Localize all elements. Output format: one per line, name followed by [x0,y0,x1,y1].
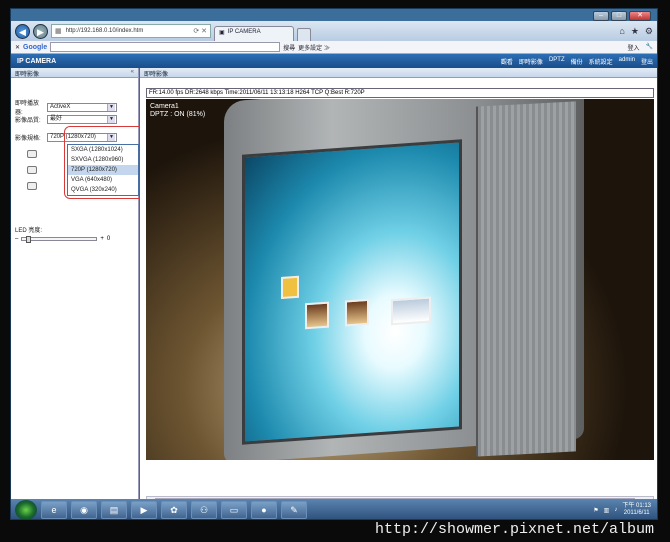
left-panel-header: 即時影像 « [11,68,138,78]
volume-icon[interactable]: ♪ [614,507,617,513]
tab-icon: ▣ [219,30,225,36]
tab-title: IP CAMERA [227,29,261,35]
quality-label: 影像品質: [15,118,41,124]
quality-select[interactable]: 最好 ▼ [47,115,117,124]
google-toolbar-right: 登入 🔧 [628,43,658,52]
network-icon[interactable]: ▥ [604,507,610,514]
start-button[interactable] [15,500,37,519]
chevron-down-icon: ▼ [107,116,115,123]
app-menu: 觀看 即時影像 DPTZ 備份 系統設定 admin 登出 [501,57,657,66]
more-settings-link[interactable]: 更多設定 ≫ [298,43,330,52]
chrome-icon[interactable]: ◉ [71,501,97,519]
collapse-icon[interactable]: « [131,69,134,76]
forward-icon[interactable]: ▶ [33,23,48,39]
player-value: ActiveX [50,103,71,110]
quality-value: 最好 [50,116,63,122]
tab-ip-camera[interactable]: ▣ IP CAMERA [214,26,294,41]
favorites-star-icon[interactable]: ★ [631,26,639,37]
menu-dptz[interactable]: DPTZ [549,57,565,66]
app-icon[interactable]: ✿ [161,501,187,519]
url-input[interactable]: ▦ http://192.168.0.10/index.htm ⟳ ✕ [51,24,211,38]
led-thumb[interactable] [25,236,31,243]
window-controls: – □ ✕ [593,11,651,21]
player-label: 即時播放器: [15,101,40,116]
menu-system-settings[interactable]: 系統設定 [589,57,613,66]
system-tray: ⚑ ▥ ♪ 下午 01:13 2011/6/11 [593,503,657,517]
stream-info: FR:14.00 fps DR:2648 kbps Time:2011/06/1… [146,88,654,98]
screen-tile [305,301,329,330]
quality-row: 影像品質: 最好 ▼ [15,115,117,124]
paint-icon[interactable]: ✎ [281,501,307,519]
decrease-icon[interactable]: – [15,236,18,242]
screen-tile [345,298,369,327]
folder-icon[interactable]: ▤ [101,501,127,519]
google-search-input[interactable] [50,42,281,52]
clock[interactable]: 下午 01:13 2011/6/11 [622,503,651,517]
clock-time: 下午 01:13 [622,503,651,509]
maximize-button[interactable]: □ [611,11,627,21]
highlight-circle [64,126,144,199]
taskbar: e ◉ ▤ ▶ ✿ ⚇ ▭ ● ✎ ⚑ ▥ ♪ 下午 01:13 2011/6/… [11,499,657,519]
snapshot-icon[interactable] [27,150,37,158]
login-link[interactable]: 登入 [628,43,640,52]
menu-backup[interactable]: 備份 [571,57,583,66]
new-tab-button[interactable] [297,28,311,41]
menu-logout[interactable]: 登出 [641,57,653,66]
search-button[interactable]: 搜尋 [283,43,295,52]
main-panel: 即時影像 FR:14.00 fps DR:2648 kbps Time:2011… [140,68,657,515]
browser-window: – □ ✕ ◀ ▶ ▦ http://192.168.0.10/index.ht… [10,8,658,520]
dptz-status: DPTZ : ON (81%) [150,111,206,118]
player-row: 即時播放器: ActiveX ▼ [15,98,117,116]
app-header: IP CAMERA 觀看 即時影像 DPTZ 備份 系統設定 admin 登出 [11,54,657,68]
tv-screen [242,139,462,445]
player-select[interactable]: ActiveX ▼ [47,102,117,112]
gear-icon[interactable]: ⚙ [645,26,653,37]
green-app-icon[interactable]: ● [251,501,277,519]
menu-view[interactable]: 觀看 [501,57,513,66]
network-app-icon[interactable]: ⚇ [191,501,217,519]
google-toolbar: ✕ Google 搜尋 更多設定 ≫ 登入 🔧 [11,41,658,54]
ie-icon[interactable]: e [41,501,67,519]
app-title: IP CAMERA [17,57,57,65]
video-feed[interactable]: Camera1 DPTZ : ON (81%) [146,99,654,460]
google-logo: Google [23,43,48,51]
close-toolbar-icon[interactable]: ✕ [15,44,20,51]
minimize-button[interactable]: – [593,11,609,21]
refresh-icon[interactable]: ⟳ ✕ [193,27,210,35]
record-icon[interactable] [27,166,37,174]
browser-toolbar-icons: ⌂ ★ ⚙ [619,26,657,37]
tv-side-grille [476,101,576,457]
main-panel-header: 即時影像 [140,68,657,78]
video-overlay: Camera1 DPTZ : ON (81%) [150,103,205,119]
screenshot-frame: – □ ✕ ◀ ▶ ▦ http://192.168.0.10/index.ht… [0,0,670,542]
url-text: http://192.168.0.10/index.htm [65,28,144,34]
camera-name: Camera1 [150,103,179,110]
increase-icon[interactable]: + [100,236,104,242]
left-panel-title: 即時影像 [15,72,40,78]
menu-live-video[interactable]: 即時影像 [519,57,543,66]
clock-date: 2011/6/11 [623,510,650,516]
chevron-down-icon: ▼ [107,103,115,111]
lock-icon[interactable] [27,182,37,190]
watermark: http://showmer.pixnet.net/album [375,521,655,538]
terminal-icon[interactable]: ▭ [221,501,247,519]
left-panel: 即時影像 « 即時播放器: ActiveX ▼ 影像品質: 最好 ▼ 影像規格: [11,68,144,515]
screen-tile [281,275,299,299]
led-value: 0 [106,236,111,242]
flag-icon[interactable]: ⚑ [593,507,598,514]
media-player-icon[interactable]: ▶ [131,501,157,519]
close-button[interactable]: ✕ [629,11,651,21]
led-track[interactable] [21,236,98,243]
led-row: LED 亮度: [15,225,42,234]
screen-tile [391,296,431,326]
menu-user[interactable]: admin [619,57,635,66]
wrench-icon[interactable]: 🔧 [646,43,653,52]
led-label: LED 亮度: [15,228,43,234]
led-slider: – + 0 [15,236,111,243]
address-bar: ◀ ▶ ▦ http://192.168.0.10/index.htm ⟳ ✕ … [11,21,657,41]
resolution-label: 影像規格: [15,136,41,142]
back-icon[interactable]: ◀ [15,23,30,39]
page-icon: ▦ [55,28,62,35]
home-icon[interactable]: ⌂ [619,26,624,37]
